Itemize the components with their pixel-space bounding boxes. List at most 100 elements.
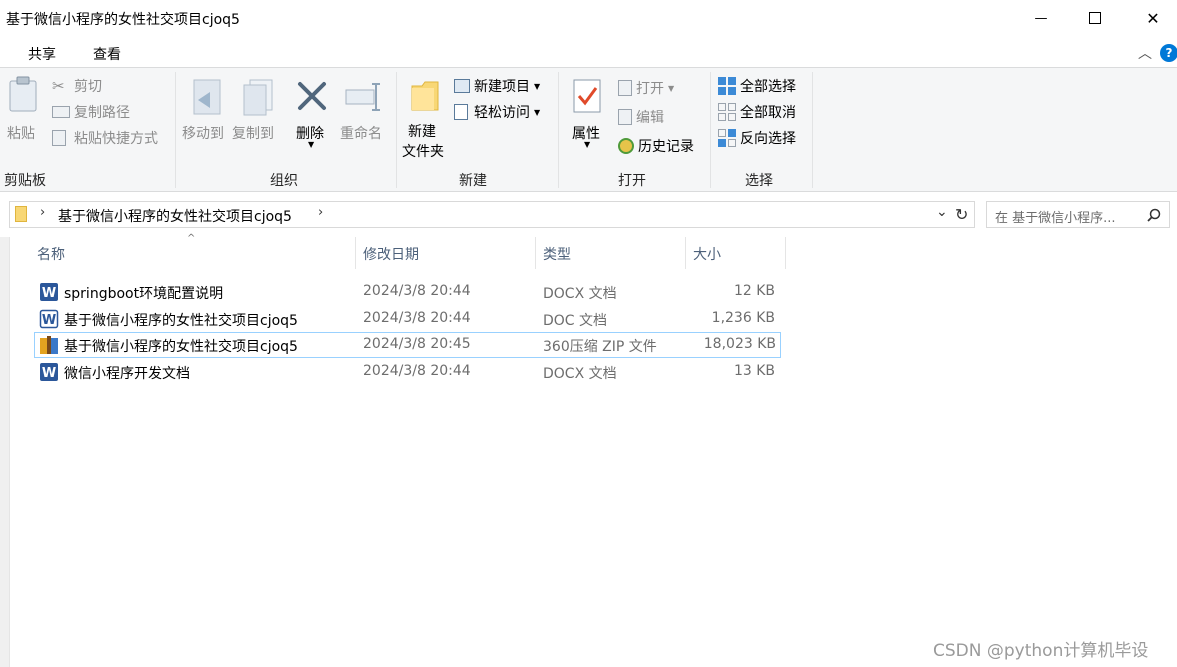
easy-access-icon [454,104,468,120]
chevron-down-icon[interactable]: ⌄ [936,204,948,220]
open-label: 打开 [636,81,664,97]
svg-text:W: W [42,286,56,301]
rename-label: 重命名 [340,126,382,142]
sort-ascending-icon: ^ [187,233,196,244]
paste-shortcut-icon [52,130,66,146]
file-date: 2024/3/8 20:44 [363,283,471,299]
minimize-button[interactable]: — [1018,0,1064,36]
dropdown-arrow-icon: ▼ [584,140,591,149]
column-divider[interactable] [785,237,786,269]
file-row[interactable]: W 微信小程序开发文档 2024/3/8 20:44 DOCX 文档 13 KB [34,359,781,385]
column-header-date[interactable]: 修改日期 [363,244,419,264]
close-button[interactable]: ✕ [1130,0,1176,36]
delete-button[interactable]: 删除 ▼ [292,72,334,152]
column-divider[interactable] [535,237,536,269]
file-date: 2024/3/8 20:44 [363,310,471,326]
file-name: 微信小程序开发文档 [64,366,190,382]
easy-access-button[interactable]: 轻松访问 ▼ [454,102,540,122]
refresh-icon[interactable]: ↻ [955,205,968,224]
breadcrumb[interactable]: 基于微信小程序的女性社交项目cjoq5 [58,206,292,226]
file-size: 1,236 KB [711,310,775,326]
watermark: CSDN @python计算机毕设 [933,641,1149,661]
new-item-icon [454,79,470,93]
address-row: › 基于微信小程序的女性社交项目cjoq5 › ⌄ ↻ 在 基于微信小程序... [0,193,1177,235]
search-placeholder: 在 基于微信小程序... [995,211,1116,226]
clipboard-group-label: 剪贴板 [4,173,46,189]
minimize-icon: — [1034,10,1048,26]
svg-text:W: W [42,313,56,328]
title-bar: 基于微信小程序的女性社交项目cjoq5 — ✕ [0,0,1177,38]
select-all-icon [718,77,736,95]
history-button[interactable]: 历史记录 [618,136,694,156]
new-group-label: 新建 [459,173,487,189]
new-folder-button[interactable]: 新建 文件夹 [400,72,452,162]
copy-to-button[interactable]: 复制到 [230,72,282,152]
column-header-type[interactable]: 类型 [543,244,571,264]
select-none-label: 全部取消 [740,105,796,121]
history-label: 历史记录 [638,139,694,155]
cut-button[interactable]: ✂ 剪切 [52,76,102,96]
column-header-name[interactable]: 名称 [37,244,65,264]
paste-shortcut-button[interactable]: 粘贴快捷方式 [52,128,158,148]
column-divider[interactable] [355,237,356,269]
chevron-right-icon[interactable]: › [318,205,323,220]
copy-path-button[interactable]: 复制路径 [52,102,130,122]
rename-button[interactable]: 重命名 [338,72,390,152]
open-button[interactable]: 打开 ▼ [618,78,674,98]
clipboard-icon [9,76,37,112]
dropdown-arrow-icon: ▼ [534,107,541,117]
file-type: DOCX 文档 [543,366,617,382]
file-name: springboot环境配置说明 [64,286,224,302]
select-all-button[interactable]: 全部选择 [718,76,796,96]
history-icon [618,138,634,154]
address-bar[interactable]: › 基于微信小程序的女性社交项目cjoq5 › ⌄ [9,201,975,228]
paste-label: 粘贴 [7,126,35,142]
chevron-right-icon[interactable]: › [40,205,45,220]
maximize-button[interactable] [1072,0,1118,36]
organize-group-label: 组织 [270,173,298,189]
invert-selection-icon [718,129,736,147]
file-date: 2024/3/8 20:44 [363,363,471,379]
ribbon: 粘贴 ✂ 剪切 复制路径 粘贴快捷方式 剪贴板 移动到 复制到 删除 ▼ 重命名… [0,68,1177,192]
copy-to-icon [243,79,273,116]
invert-selection-button[interactable]: 反向选择 [718,128,796,148]
file-row-selected[interactable]: 基于微信小程序的女性社交项目cjoq5 2024/3/8 20:45 360压缩… [34,332,781,358]
file-row[interactable]: W springboot环境配置说明 2024/3/8 20:44 DOCX 文… [34,279,781,305]
easy-access-label: 轻松访问 [474,105,530,121]
invert-selection-label: 反向选择 [740,131,796,147]
move-to-button[interactable]: 移动到 [180,72,232,152]
new-folder-label-1: 新建 [408,124,436,140]
svg-text:W: W [42,366,56,381]
select-group-label: 选择 [745,173,773,189]
column-header-size[interactable]: 大小 [693,244,721,264]
navigation-pane-edge[interactable] [0,237,10,667]
column-divider[interactable] [685,237,686,269]
tab-share[interactable]: 共享 [28,44,56,64]
dropdown-arrow-icon: ▼ [534,81,541,91]
cut-label: 剪切 [74,79,102,95]
file-row[interactable]: W 基于微信小程序的女性社交项目cjoq5 2024/3/8 20:44 DOC… [34,306,781,332]
new-item-label: 新建项目 [474,79,530,95]
zip-archive-icon [40,336,58,354]
folder-icon [411,81,439,111]
select-none-button[interactable]: 全部取消 [718,102,796,122]
properties-button[interactable]: 属性 ▼ [564,72,610,162]
word-doc-outline-icon: W [39,309,59,329]
ribbon-divider [710,72,711,188]
edit-button[interactable]: 编辑 [618,107,664,127]
collapse-ribbon-icon[interactable]: ︿ [1138,43,1152,63]
scissors-icon: ✂ [52,77,65,95]
search-box[interactable]: 在 基于微信小程序... [986,201,1170,228]
file-type: 360压缩 ZIP 文件 [543,339,657,355]
new-item-button[interactable]: 新建项目 ▼ [454,76,540,96]
help-icon[interactable]: ? [1160,44,1177,62]
select-none-icon [718,103,736,121]
ribbon-divider [175,72,176,188]
paste-button[interactable]: 粘贴 [4,72,44,152]
copy-to-label: 复制到 [232,126,274,142]
move-to-label: 移动到 [182,126,224,142]
open-group-label: 打开 [618,173,646,189]
copy-path-icon [52,106,70,118]
tab-view[interactable]: 查看 [93,44,121,64]
file-name: 基于微信小程序的女性社交项目cjoq5 [64,339,298,355]
